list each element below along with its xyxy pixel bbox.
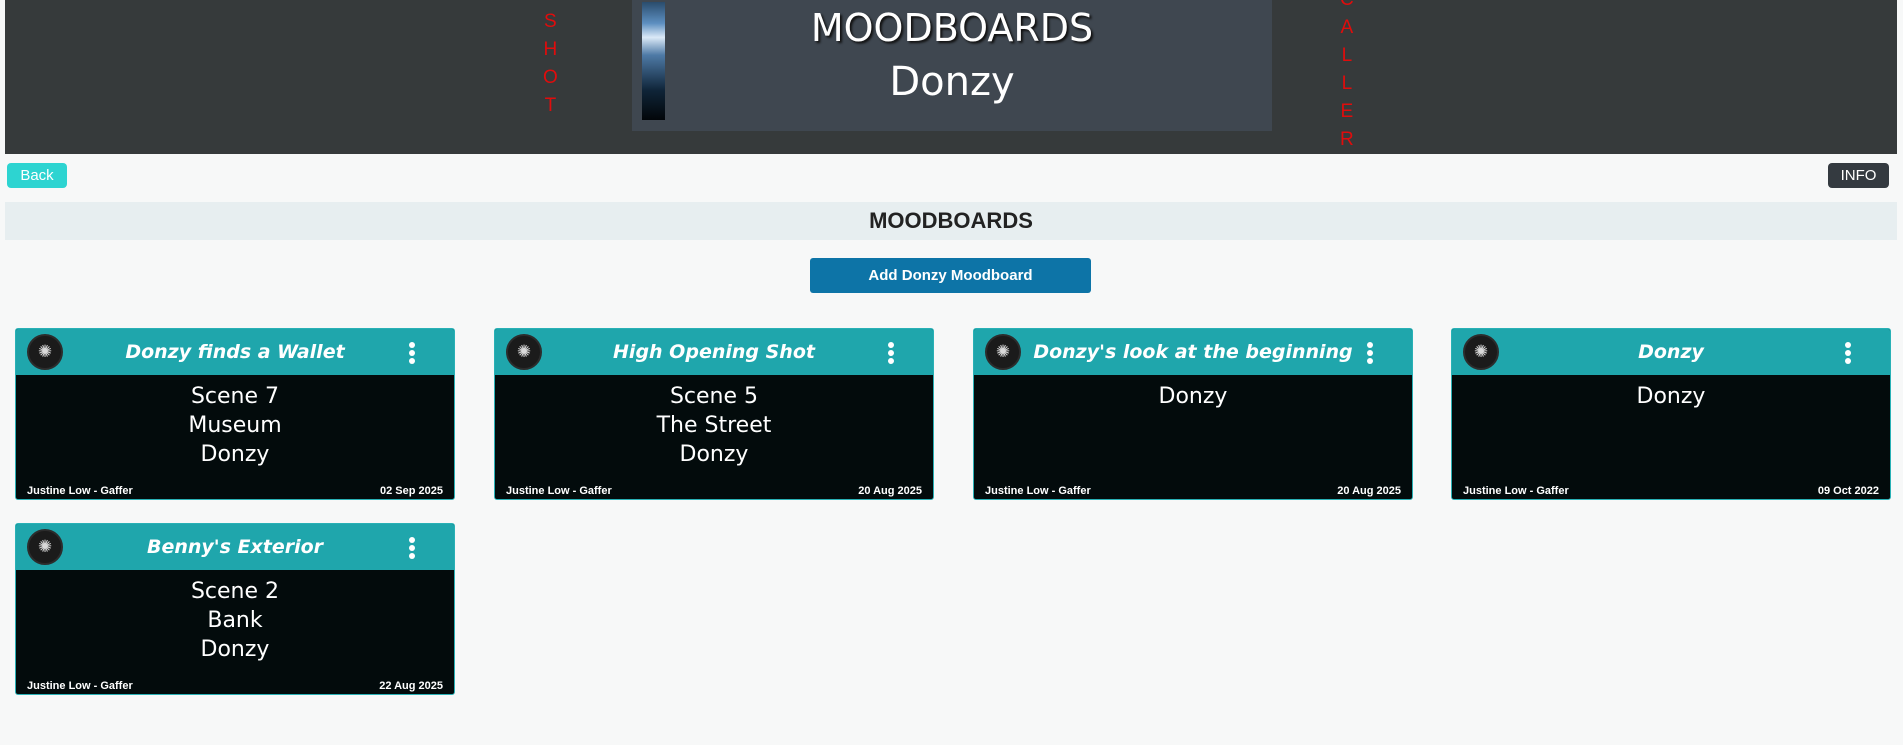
- info-button[interactable]: INFO: [1828, 163, 1889, 188]
- spider-icon: ✺: [37, 342, 53, 362]
- letter: H: [543, 39, 558, 60]
- card-body: Scene 5 The Street Donzy: [495, 382, 933, 469]
- card-line: Scene 5: [669, 384, 759, 409]
- card-author: Justine Low - Gaffer: [1463, 485, 1569, 497]
- spider-icon: ✺: [516, 342, 532, 362]
- letter: O: [543, 67, 558, 88]
- card-header: ✺ High Opening Shot: [495, 329, 933, 375]
- avatar: ✺: [985, 334, 1021, 370]
- card-line: Scene 7: [190, 384, 280, 409]
- letter: T: [544, 95, 557, 116]
- spider-icon: ✺: [995, 342, 1011, 362]
- card-date: 20 Aug 2025: [1337, 485, 1401, 497]
- card-line: Museum: [188, 413, 282, 438]
- avatar: ✺: [27, 334, 63, 370]
- card-date: 22 Aug 2025: [379, 680, 443, 692]
- card-date: 02 Sep 2025: [380, 485, 443, 497]
- caller-vertical-label: C A L L E R: [1340, 0, 1354, 154]
- shot-vertical-label: S H O T: [543, 8, 558, 120]
- more-vertical-icon[interactable]: [408, 342, 416, 364]
- letter: C: [1340, 0, 1354, 14]
- letter: L: [1341, 73, 1353, 94]
- moodboard-card[interactable]: ✺ Benny's Exterior Scene 2 Bank Donzy Ju…: [15, 523, 455, 695]
- card-author: Justine Low - Gaffer: [985, 485, 1091, 497]
- card-line: Scene 2: [190, 579, 280, 604]
- card-date: 09 Oct 2022: [1817, 485, 1879, 497]
- card-header: ✺ Donzy's look at the beginning: [974, 329, 1412, 375]
- back-button[interactable]: Back: [7, 163, 67, 188]
- more-vertical-icon[interactable]: [1366, 342, 1374, 364]
- avatar: ✺: [506, 334, 542, 370]
- card-date: 20 Aug 2025: [858, 485, 922, 497]
- spider-icon: ✺: [1473, 342, 1489, 362]
- spider-icon: ✺: [37, 537, 53, 557]
- moodboard-card[interactable]: ✺ Donzy's look at the beginning Donzy Ju…: [973, 328, 1413, 500]
- moodboard-card[interactable]: ✺ Donzy finds a Wallet Scene 7 Museum Do…: [15, 328, 455, 500]
- moodboard-card[interactable]: ✺ Donzy Donzy Justine Low - Gaffer 09 Oc…: [1451, 328, 1891, 500]
- card-title[interactable]: Benny's Exterior: [71, 524, 399, 570]
- moodboard-card[interactable]: ✺ High Opening Shot Scene 5 The Street D…: [494, 328, 934, 500]
- card-line: Donzy: [200, 637, 270, 662]
- avatar: ✺: [27, 529, 63, 565]
- page-subtitle: Donzy: [889, 59, 1015, 105]
- letter: S: [544, 11, 557, 32]
- letter: A: [1340, 17, 1354, 38]
- card-title[interactable]: Donzy finds a Wallet: [71, 329, 399, 375]
- title-panel: MOODBOARDS Donzy: [632, 0, 1272, 131]
- card-title[interactable]: Donzy's look at the beginning: [1029, 329, 1357, 375]
- top-header: S H O T MOODBOARDS Donzy C A L L E R: [5, 0, 1897, 154]
- more-vertical-icon[interactable]: [887, 342, 895, 364]
- card-line: Bank: [207, 608, 263, 633]
- page-title: MOODBOARDS: [810, 6, 1094, 50]
- card-header: ✺ Donzy finds a Wallet: [16, 329, 454, 375]
- card-body: Donzy: [974, 382, 1412, 411]
- card-body: Scene 2 Bank Donzy: [16, 577, 454, 664]
- card-line: Donzy: [679, 442, 749, 467]
- card-author: Justine Low - Gaffer: [27, 680, 133, 692]
- card-author: Justine Low - Gaffer: [27, 485, 133, 497]
- card-header: ✺ Benny's Exterior: [16, 524, 454, 570]
- card-header: ✺ Donzy: [1452, 329, 1890, 375]
- card-title[interactable]: Donzy: [1507, 329, 1835, 375]
- letter: L: [1341, 45, 1353, 66]
- letter: R: [1340, 129, 1354, 150]
- add-moodboard-button[interactable]: Add Donzy Moodboard: [810, 258, 1091, 293]
- more-vertical-icon[interactable]: [1844, 342, 1852, 364]
- card-body: Donzy: [1452, 382, 1890, 411]
- card-line: Donzy: [1636, 384, 1706, 409]
- card-line: The Street: [656, 413, 772, 438]
- card-title[interactable]: High Opening Shot: [550, 329, 878, 375]
- card-line: Donzy: [1158, 384, 1228, 409]
- section-title: MOODBOARDS: [5, 202, 1897, 240]
- card-body: Scene 7 Museum Donzy: [16, 382, 454, 469]
- card-line: Donzy: [200, 442, 270, 467]
- avatar: ✺: [1463, 334, 1499, 370]
- card-author: Justine Low - Gaffer: [506, 485, 612, 497]
- more-vertical-icon[interactable]: [408, 537, 416, 559]
- letter: E: [1340, 101, 1354, 122]
